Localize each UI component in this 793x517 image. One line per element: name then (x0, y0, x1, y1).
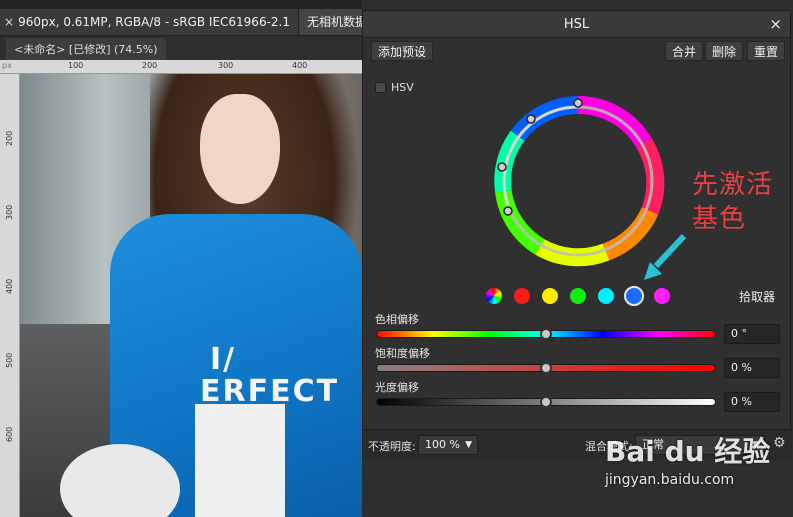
horizontal-ruler: px 100 200 300 400 (0, 60, 362, 74)
opacity-label: 不透明度: (368, 440, 416, 453)
range-handle[interactable] (526, 114, 536, 124)
red-swatch[interactable] (514, 288, 530, 304)
ruler-tick: 600 (5, 426, 14, 442)
shirt-print: I/ ERFECT (200, 344, 339, 408)
merge-button[interactable]: 合并 (665, 41, 704, 61)
checkbox-box[interactable] (375, 82, 386, 93)
cyan-swatch[interactable] (598, 288, 614, 304)
ruler-tick: 500 (5, 352, 14, 368)
lightness-shift-knob[interactable] (540, 396, 552, 408)
opacity-dropdown[interactable]: 100 % ▼ (418, 435, 478, 455)
saturation-shift-value[interactable]: 0 % (724, 358, 780, 378)
hue-shift-label: 色相偏移 (375, 313, 419, 326)
panel-toolbar: 添加预设 合并 删除 重置 (363, 38, 790, 63)
lightness-shift-value[interactable]: 0 % (724, 392, 780, 412)
document-info-text: 960px, 0.61MP, RGBA/8 - sRGB IEC61966-2.… (18, 15, 290, 29)
baidu-watermark: Bai du 经验 jingyan.baidu.com (605, 430, 790, 510)
ruler-tick: 300 (5, 204, 14, 220)
reset-button[interactable]: 重置 (747, 41, 786, 61)
base-color-swatches: 拾取器 (363, 286, 792, 306)
ruler-tick: 200 (5, 130, 14, 146)
range-handle[interactable] (497, 162, 507, 172)
close-document-icon[interactable]: × (0, 15, 18, 29)
range-handle[interactable] (573, 98, 583, 108)
ruler-unit: px (2, 61, 12, 70)
annotation-arrow (644, 233, 687, 280)
magenta-swatch[interactable] (654, 288, 670, 304)
saturation-shift-knob[interactable] (540, 362, 552, 374)
annotation-line1: 先激活 (692, 170, 774, 200)
picker-button[interactable]: 拾取器 (739, 288, 775, 305)
shirt-print-line1: I/ (210, 342, 237, 377)
range-handle[interactable] (503, 206, 513, 216)
baidu-logo: Bai du 经验 (605, 435, 771, 468)
exif-tab[interactable]: 无相机数据 (298, 9, 362, 35)
baidu-url: jingyan.baidu.com (605, 472, 735, 488)
lightness-shift-label: 光度偏移 (375, 381, 419, 394)
document-tab[interactable]: <未命名> [已修改] (74.5%) (6, 37, 166, 60)
opacity-value: 100 % (425, 438, 460, 451)
document-info-bar: × 960px, 0.61MP, RGBA/8 - sRGB IEC61966-… (0, 9, 362, 36)
document-tab-bar: <未命名> [已修改] (74.5%) (0, 37, 362, 60)
hsv-label: HSV (391, 81, 414, 94)
close-icon[interactable]: × (769, 11, 782, 38)
hue-shift-value[interactable]: 0 ° (724, 324, 780, 344)
hsv-checkbox[interactable]: HSV (375, 81, 414, 94)
photo-face (200, 94, 280, 204)
ruler-tick: 200 (142, 61, 158, 70)
vertical-ruler: 200 300 400 500 600 (0, 74, 20, 517)
saturation-shift-label: 饱和度偏移 (375, 347, 430, 360)
photo-shorts (195, 404, 285, 517)
add-preset-button[interactable]: 添加预设 (371, 41, 434, 61)
ruler-tick: 100 (68, 61, 84, 70)
ruler-tick: 300 (218, 61, 234, 70)
panel-title: HSL (563, 17, 590, 32)
wheel-center (511, 114, 645, 248)
green-swatch[interactable] (570, 288, 586, 304)
annotation-line2: 基色 (692, 204, 747, 234)
panel-title-bar: HSL × (363, 11, 790, 38)
yellow-swatch[interactable] (542, 288, 558, 304)
annotation-text: 先激活 基色 (692, 168, 773, 236)
shirt-print-line2: ERFECT (200, 374, 340, 409)
master-swatch[interactable] (486, 288, 502, 304)
photo-canvas[interactable]: I/ ERFECT (20, 74, 362, 517)
ruler-tick: 400 (5, 278, 14, 294)
hue-shift-knob[interactable] (540, 328, 552, 340)
delete-button[interactable]: 删除 (705, 41, 744, 61)
blue-swatch[interactable] (624, 286, 644, 306)
chevron-down-icon: ▼ (465, 440, 472, 450)
ruler-tick: 400 (292, 61, 308, 70)
app-window: × 960px, 0.61MP, RGBA/8 - sRGB IEC61966-… (0, 0, 793, 517)
